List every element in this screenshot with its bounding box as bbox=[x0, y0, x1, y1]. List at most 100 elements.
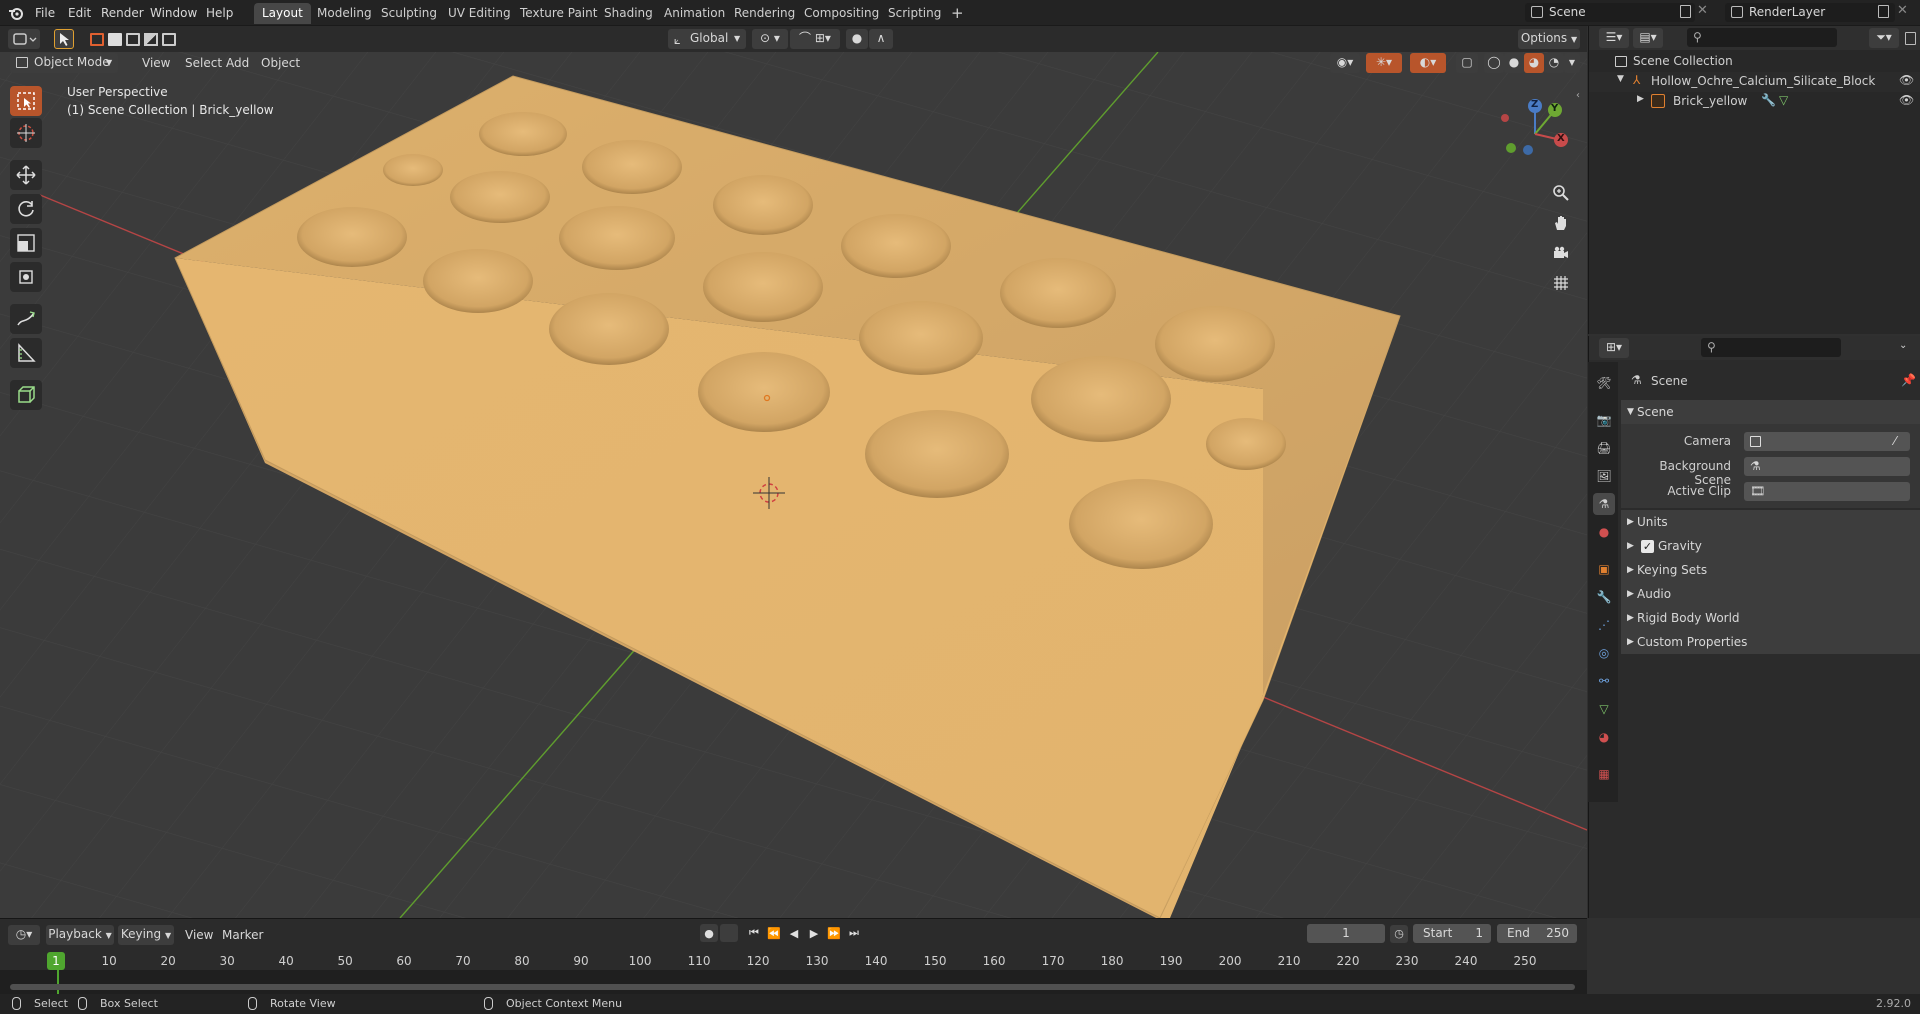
background-scene-field[interactable]: ⚗ bbox=[1744, 457, 1910, 476]
pin-icon[interactable]: 📌 bbox=[1901, 373, 1916, 387]
menu-edit[interactable]: Edit bbox=[63, 4, 96, 22]
units-panel[interactable]: ▶ Units bbox=[1621, 510, 1920, 534]
pivot-point-dropdown[interactable]: ⊙ ▾ bbox=[752, 29, 788, 49]
material-tab-icon[interactable]: ◕ bbox=[1593, 726, 1615, 748]
expand-arrow-icon[interactable]: ▼ bbox=[1617, 74, 1624, 84]
menu-render[interactable]: Render bbox=[96, 4, 149, 22]
outliner-editor-type[interactable]: ☰▾ bbox=[1599, 28, 1629, 48]
timeline-menu-view[interactable]: View bbox=[180, 926, 218, 944]
object-tab-icon[interactable]: ▣ bbox=[1593, 558, 1615, 580]
current-frame-field[interactable]: 1 bbox=[1307, 924, 1385, 943]
tool-tab-icon[interactable]: 🛠 bbox=[1593, 372, 1615, 394]
tool-transform[interactable] bbox=[10, 262, 42, 292]
render-layer-selector[interactable]: RenderLayer bbox=[1725, 3, 1895, 22]
select-mode-subtract-icon[interactable] bbox=[126, 33, 140, 46]
select-mode-new-icon[interactable] bbox=[90, 33, 104, 46]
render-tab-icon[interactable]: 📷 bbox=[1593, 409, 1615, 431]
editor-type-button[interactable] bbox=[8, 29, 40, 49]
jump-start-icon[interactable]: ⏮ bbox=[745, 924, 763, 942]
rigid-body-world-panel[interactable]: ▶ Rigid Body World bbox=[1621, 606, 1920, 630]
custom-properties-panel[interactable]: ▶ Custom Properties bbox=[1621, 630, 1920, 654]
outliner-row-collection[interactable]: ▼ ⅄ Hollow_Ochre_Calcium_Silicate_Block … bbox=[1589, 72, 1920, 92]
xray-toggle[interactable]: ▢ bbox=[1456, 53, 1478, 73]
camera-view-icon[interactable] bbox=[1548, 240, 1574, 266]
tab-rendering[interactable]: Rendering bbox=[726, 3, 803, 24]
new-layer-icon[interactable] bbox=[1878, 5, 1889, 18]
tab-compositing[interactable]: Compositing bbox=[796, 3, 887, 24]
viewport-menu-select[interactable]: Select bbox=[180, 54, 227, 72]
shading-solid[interactable]: ● bbox=[1504, 53, 1524, 73]
expand-arrow-icon[interactable]: ▶ bbox=[1637, 94, 1644, 104]
shading-options[interactable]: ▼ bbox=[1564, 53, 1580, 73]
scene-tab-icon[interactable]: ⚗ bbox=[1593, 493, 1615, 515]
options-dropdown[interactable]: Options ▼ bbox=[1518, 29, 1580, 49]
3d-viewport[interactable]: Object Mode ▼ View Select Add Object ◉▾ … bbox=[0, 52, 1587, 918]
preview-range-icon[interactable]: ◷ bbox=[1390, 925, 1408, 943]
keying-dropdown[interactable]: Keying ▼ bbox=[118, 925, 174, 945]
scene-panel-header[interactable]: ▼ Scene bbox=[1621, 400, 1920, 424]
audio-panel[interactable]: ▶ Audio bbox=[1621, 582, 1920, 606]
select-mode-intersect-icon[interactable] bbox=[162, 33, 176, 46]
filter-dropdown[interactable]: ⏷▾ bbox=[1869, 28, 1899, 48]
visibility-eye-icon[interactable]: 👁 bbox=[1899, 73, 1914, 87]
jump-end-icon[interactable]: ⏭ bbox=[845, 924, 863, 942]
ortho-grid-icon[interactable] bbox=[1548, 270, 1574, 296]
shading-material[interactable]: ◕ bbox=[1524, 53, 1544, 73]
playback-dropdown[interactable]: Playback ▼ bbox=[46, 925, 114, 945]
eyedropper-icon[interactable]: ⁄ bbox=[1894, 432, 1896, 451]
menu-file[interactable]: File bbox=[30, 4, 60, 22]
play-reverse-icon[interactable]: ◀ bbox=[785, 924, 803, 942]
gravity-panel[interactable]: ▶ ✓ Gravity bbox=[1621, 534, 1920, 558]
tab-modeling[interactable]: Modeling bbox=[309, 3, 380, 24]
scene-selector[interactable]: Scene bbox=[1525, 3, 1695, 22]
jump-keyframe-back-icon[interactable]: ⏪ bbox=[765, 924, 783, 942]
view-layer-tab-icon[interactable]: 🖼 bbox=[1593, 465, 1615, 487]
tool-measure[interactable] bbox=[10, 338, 42, 368]
modifier-tab-icon[interactable]: 🔧 bbox=[1593, 586, 1615, 608]
pan-hand-icon[interactable] bbox=[1548, 210, 1574, 236]
tool-add-cube[interactable] bbox=[10, 380, 42, 410]
blender-logo-icon[interactable] bbox=[8, 5, 24, 21]
shading-rendered[interactable]: ◔ bbox=[1544, 53, 1564, 73]
proportional-edit-toggle[interactable]: ● bbox=[846, 29, 868, 49]
close-scene-icon[interactable]: ✕ bbox=[1697, 3, 1708, 18]
timeline-editor-type[interactable]: ◷▾ bbox=[8, 925, 40, 945]
menu-help[interactable]: Help bbox=[201, 4, 238, 22]
texture-tab-icon[interactable]: ▦ bbox=[1593, 763, 1615, 785]
keying-sets-panel[interactable]: ▶ Keying Sets bbox=[1621, 558, 1920, 582]
visibility-dropdown[interactable]: ◉▾ bbox=[1330, 53, 1360, 73]
falloff-dropdown[interactable]: ∧ bbox=[869, 29, 893, 49]
snap-dropdown[interactable]: ⌒ ⊞▾ bbox=[790, 29, 840, 49]
properties-editor-type[interactable]: ⊞▾ bbox=[1599, 338, 1629, 358]
outliner-search-input[interactable]: ⚲ bbox=[1687, 28, 1837, 47]
overlays-toggle[interactable]: ◐▾ bbox=[1410, 53, 1446, 73]
properties-search-input[interactable]: ⚲ bbox=[1701, 338, 1841, 357]
active-clip-field[interactable]: 🎞 bbox=[1744, 482, 1910, 501]
tab-scripting[interactable]: Scripting bbox=[880, 3, 949, 24]
display-mode-dropdown[interactable]: ▤▾ bbox=[1633, 28, 1663, 48]
close-layer-icon[interactable]: ✕ bbox=[1897, 3, 1908, 18]
transform-orientation-dropdown[interactable]: ⟀ Global ▼ bbox=[668, 29, 746, 49]
output-tab-icon[interactable]: 🖨 bbox=[1593, 437, 1615, 459]
zoom-icon[interactable] bbox=[1548, 180, 1574, 206]
timeline-menu-marker[interactable]: Marker bbox=[217, 926, 268, 944]
tab-texture-paint[interactable]: Texture Paint bbox=[512, 3, 605, 24]
tab-layout[interactable]: Layout bbox=[254, 3, 311, 24]
gizmo-toggle[interactable]: ✳▾ bbox=[1366, 53, 1402, 73]
navigation-gizmo[interactable]: Z Y X bbox=[1495, 94, 1575, 174]
camera-field[interactable]: ⁄ bbox=[1744, 432, 1910, 451]
viewport-menu-object[interactable]: Object bbox=[256, 54, 305, 72]
tab-shading[interactable]: Shading bbox=[596, 3, 661, 24]
gravity-checkbox[interactable]: ✓ bbox=[1641, 540, 1654, 553]
timeline-scrollbar[interactable] bbox=[10, 984, 1575, 990]
tool-annotate[interactable] bbox=[10, 304, 42, 334]
mode-dropdown[interactable]: Object Mode ▼ bbox=[10, 53, 118, 73]
play-icon[interactable]: ▶ bbox=[805, 924, 823, 942]
auto-key-options-icon[interactable] bbox=[720, 924, 738, 942]
viewport-menu-add[interactable]: Add bbox=[221, 54, 254, 72]
tool-scale[interactable] bbox=[10, 228, 42, 258]
data-tab-icon[interactable]: ▽ bbox=[1593, 698, 1615, 720]
tab-animation[interactable]: Animation bbox=[656, 3, 733, 24]
shading-wireframe[interactable]: ◯ bbox=[1484, 53, 1504, 73]
tool-cursor[interactable] bbox=[10, 118, 42, 148]
